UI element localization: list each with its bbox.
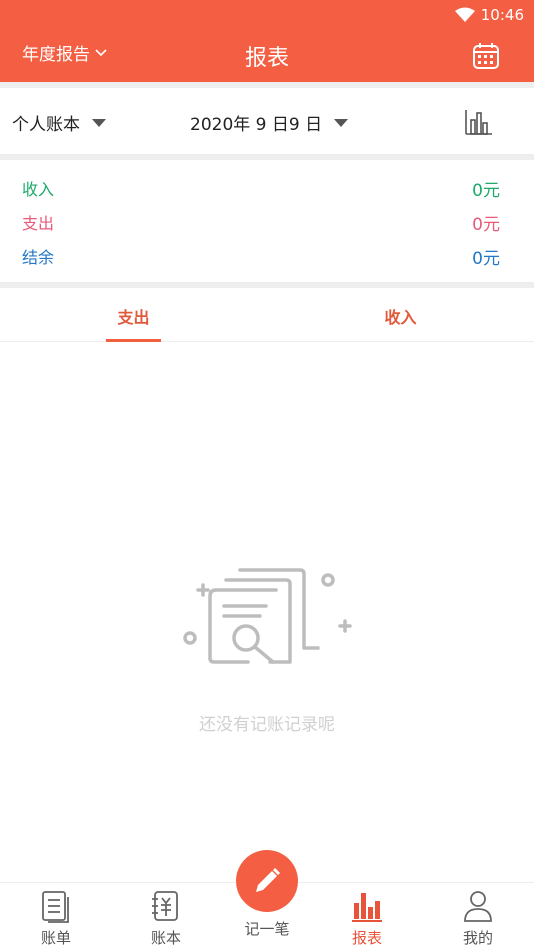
bill-list-icon bbox=[42, 891, 69, 923]
tab-expense[interactable]: 支出 bbox=[106, 304, 161, 328]
nav-reports[interactable]: 报表 bbox=[327, 883, 407, 949]
user-icon bbox=[464, 891, 492, 922]
summary-expense-row: 支出 0元 bbox=[22, 210, 500, 235]
book-selector[interactable]: 个人账本 bbox=[12, 110, 106, 135]
nav-books[interactable]: 账本 bbox=[126, 883, 206, 949]
date-selector-label: 2020年 9 日9 日 bbox=[190, 115, 323, 135]
balance-label: 结余 bbox=[22, 248, 55, 267]
calendar-icon[interactable] bbox=[472, 42, 500, 70]
ledger-icon bbox=[152, 891, 178, 921]
tab-bar: 支出 收入 bbox=[0, 288, 534, 342]
income-label: 收入 bbox=[22, 180, 55, 199]
book-selector-label: 个人账本 bbox=[12, 115, 80, 135]
expense-value: 0元 bbox=[472, 214, 500, 235]
nav-bills[interactable]: 账单 bbox=[16, 883, 96, 949]
record-button[interactable] bbox=[236, 850, 298, 912]
income-value: 0元 bbox=[472, 180, 500, 201]
summary-income-row: 收入 0元 bbox=[22, 176, 500, 201]
nav-books-label: 账本 bbox=[150, 929, 181, 947]
chevron-down-icon bbox=[95, 48, 107, 56]
date-selector[interactable]: 2020年 9 日9 日 bbox=[190, 110, 349, 135]
status-bar: 10:46 bbox=[454, 4, 524, 26]
expense-label: 支出 bbox=[22, 214, 55, 233]
caret-down-icon bbox=[92, 118, 106, 127]
bar-chart-icon[interactable] bbox=[464, 108, 494, 136]
tab-income[interactable]: 收入 bbox=[373, 304, 428, 328]
summary-panel: 收入 0元 支出 0元 结余 0元 bbox=[0, 160, 534, 282]
empty-document-search-icon bbox=[183, 568, 352, 664]
wifi-icon bbox=[454, 7, 475, 22]
empty-state-text: 还没有记账记录呢 bbox=[199, 715, 335, 735]
status-time: 10:46 bbox=[480, 6, 524, 24]
active-tab-indicator bbox=[106, 339, 161, 342]
caret-down-icon bbox=[334, 118, 349, 127]
annual-report-label: 年度报告 bbox=[22, 45, 90, 65]
pencil-icon bbox=[256, 867, 281, 892]
nav-mine[interactable]: 我的 bbox=[438, 883, 518, 949]
nav-bills-label: 账单 bbox=[40, 929, 71, 947]
page-title: 报表 bbox=[244, 46, 289, 71]
annual-report-dropdown[interactable]: 年度报告 bbox=[22, 40, 108, 65]
nav-reports-label: 报表 bbox=[351, 929, 382, 947]
record-button-label[interactable]: 记一笔 bbox=[236, 918, 298, 939]
filter-row: 个人账本 2020年 9 日9 日 bbox=[0, 88, 534, 154]
report-chart-icon bbox=[352, 893, 382, 922]
balance-value: 0元 bbox=[472, 248, 500, 269]
nav-mine-label: 我的 bbox=[462, 929, 493, 947]
app-header: 10:46 年度报告 报表 bbox=[0, 0, 534, 82]
summary-balance-row: 结余 0元 bbox=[22, 244, 500, 269]
